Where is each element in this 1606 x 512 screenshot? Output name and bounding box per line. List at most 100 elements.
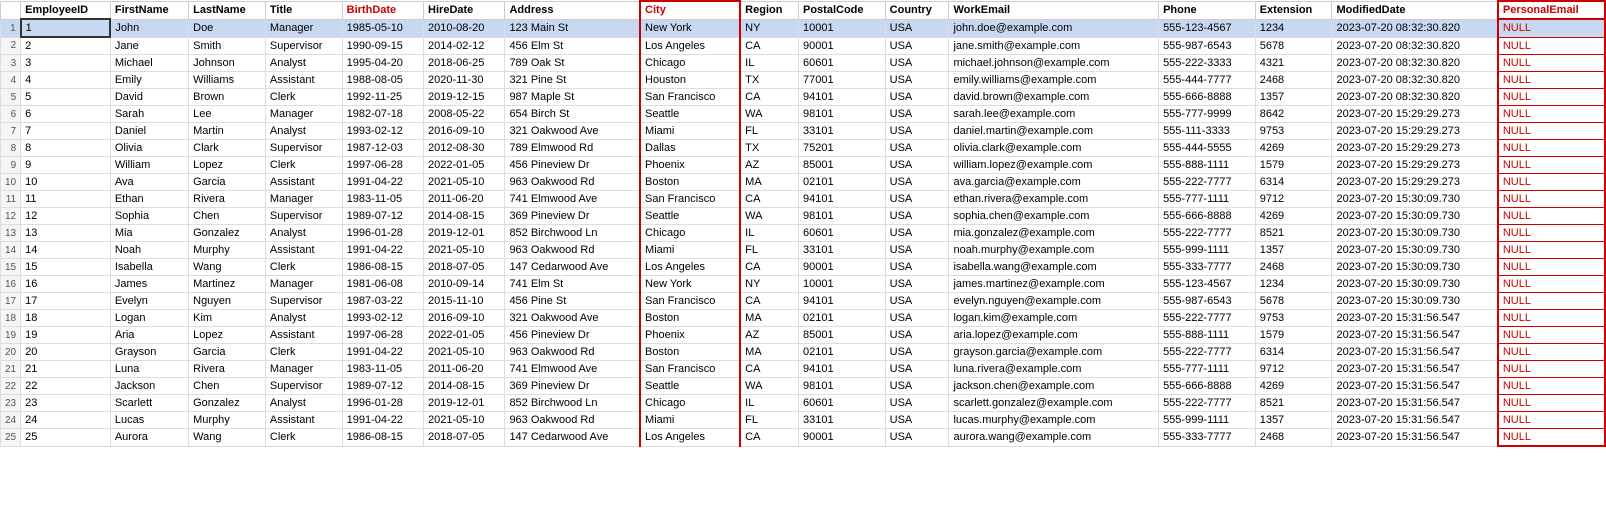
cell-employeeid: 6 bbox=[21, 106, 111, 123]
col-header-city[interactable]: City bbox=[640, 1, 740, 19]
cell-title: Supervisor bbox=[265, 378, 342, 395]
table-row[interactable]: 2525AuroraWangClerk1986-08-152018-07-051… bbox=[1, 429, 1606, 447]
cell-firstname: Jackson bbox=[110, 378, 188, 395]
cell-region: WA bbox=[740, 106, 798, 123]
cell-birthdate: 1995-04-20 bbox=[342, 55, 423, 72]
col-header-title[interactable]: Title bbox=[265, 1, 342, 19]
table-row[interactable]: 1919AriaLopezAssistant1997-06-282022-01-… bbox=[1, 327, 1606, 344]
table-row[interactable]: 2424LucasMurphyAssistant1991-04-222021-0… bbox=[1, 412, 1606, 429]
cell-country: USA bbox=[885, 89, 949, 106]
table-row[interactable]: 1313MiaGonzalezAnalyst1996-01-282019-12-… bbox=[1, 225, 1606, 242]
table-row[interactable]: 22JaneSmithSupervisor1990-09-152014-02-1… bbox=[1, 37, 1606, 55]
col-header-hiredate[interactable]: HireDate bbox=[424, 1, 505, 19]
cell-modifieddate: 2023-07-20 15:31:56.547 bbox=[1332, 361, 1498, 378]
cell-phone: 555-333-7777 bbox=[1159, 259, 1256, 276]
row-number: 11 bbox=[1, 191, 21, 208]
cell-title: Analyst bbox=[265, 395, 342, 412]
cell-firstname: Lucas bbox=[110, 412, 188, 429]
cell-modifieddate: 2023-07-20 15:30:09.730 bbox=[1332, 208, 1498, 225]
cell-address: 456 Pineview Dr bbox=[505, 327, 640, 344]
data-table-container[interactable]: EmployeeID FirstName LastName Title Birt… bbox=[0, 0, 1606, 447]
cell-phone: 555-666-8888 bbox=[1159, 208, 1256, 225]
cell-country: USA bbox=[885, 174, 949, 191]
table-row[interactable]: 1212SophiaChenSupervisor1989-07-122014-0… bbox=[1, 208, 1606, 225]
cell-personalemail: NULL bbox=[1498, 412, 1605, 429]
cell-address: 456 Elm St bbox=[505, 37, 640, 55]
table-row[interactable]: 77DanielMartinAnalyst1993-02-122016-09-1… bbox=[1, 123, 1606, 140]
row-number: 18 bbox=[1, 310, 21, 327]
cell-modifieddate: 2023-07-20 15:30:09.730 bbox=[1332, 276, 1498, 293]
table-row[interactable]: 88OliviaClarkSupervisor1987-12-032012-08… bbox=[1, 140, 1606, 157]
cell-workemail: william.lopez@example.com bbox=[949, 157, 1159, 174]
table-row[interactable]: 2020GraysonGarciaClerk1991-04-222021-05-… bbox=[1, 344, 1606, 361]
cell-region: CA bbox=[740, 361, 798, 378]
cell-hiredate: 2019-12-01 bbox=[424, 395, 505, 412]
cell-postalcode: 33101 bbox=[798, 412, 885, 429]
table-row[interactable]: 1818LoganKimAnalyst1993-02-122016-09-103… bbox=[1, 310, 1606, 327]
cell-employeeid: 11 bbox=[21, 191, 111, 208]
cell-city: Boston bbox=[640, 344, 740, 361]
col-header-modifieddate[interactable]: ModifiedDate bbox=[1332, 1, 1498, 19]
col-header-employeeid[interactable]: EmployeeID bbox=[21, 1, 111, 19]
cell-hiredate: 2018-06-25 bbox=[424, 55, 505, 72]
table-row[interactable]: 33MichaelJohnsonAnalyst1995-04-202018-06… bbox=[1, 55, 1606, 72]
cell-country: USA bbox=[885, 429, 949, 447]
cell-city: San Francisco bbox=[640, 89, 740, 106]
col-header-extension[interactable]: Extension bbox=[1255, 1, 1332, 19]
col-header-address[interactable]: Address bbox=[505, 1, 640, 19]
table-row[interactable]: 2323ScarlettGonzalezAnalyst1996-01-28201… bbox=[1, 395, 1606, 412]
col-header-lastname[interactable]: LastName bbox=[189, 1, 266, 19]
cell-firstname: John bbox=[110, 19, 188, 37]
cell-birthdate: 1981-06-08 bbox=[342, 276, 423, 293]
col-header-personalemail[interactable]: PersonalEmail bbox=[1498, 1, 1605, 19]
table-row[interactable]: 2121LunaRiveraManager1983-11-052011-06-2… bbox=[1, 361, 1606, 378]
table-row[interactable]: 1111EthanRiveraManager1983-11-052011-06-… bbox=[1, 191, 1606, 208]
table-row[interactable]: 55DavidBrownClerk1992-11-252019-12-15987… bbox=[1, 89, 1606, 106]
col-header-birthdate[interactable]: BirthDate bbox=[342, 1, 423, 19]
col-header-country[interactable]: Country bbox=[885, 1, 949, 19]
table-row[interactable]: 1515IsabellaWangClerk1986-08-152018-07-0… bbox=[1, 259, 1606, 276]
cell-city: Miami bbox=[640, 123, 740, 140]
cell-postalcode: 02101 bbox=[798, 174, 885, 191]
row-number: 4 bbox=[1, 72, 21, 89]
col-header-workemail[interactable]: WorkEmail bbox=[949, 1, 1159, 19]
cell-personalemail: NULL bbox=[1498, 361, 1605, 378]
cell-modifieddate: 2023-07-20 15:29:29.273 bbox=[1332, 106, 1498, 123]
table-row[interactable]: 1414NoahMurphyAssistant1991-04-222021-05… bbox=[1, 242, 1606, 259]
col-header-postalcode[interactable]: PostalCode bbox=[798, 1, 885, 19]
cell-phone: 555-222-7777 bbox=[1159, 395, 1256, 412]
cell-lastname: Murphy bbox=[189, 412, 266, 429]
cell-employeeid: 12 bbox=[21, 208, 111, 225]
table-row[interactable]: 2222JacksonChenSupervisor1989-07-122014-… bbox=[1, 378, 1606, 395]
table-row[interactable]: 1717EvelynNguyenSupervisor1987-03-222015… bbox=[1, 293, 1606, 310]
table-row[interactable]: 1010AvaGarciaAssistant1991-04-222021-05-… bbox=[1, 174, 1606, 191]
cell-title: Clerk bbox=[265, 89, 342, 106]
cell-modifieddate: 2023-07-20 08:32:30.820 bbox=[1332, 89, 1498, 106]
cell-birthdate: 1993-02-12 bbox=[342, 123, 423, 140]
cell-region: IL bbox=[740, 395, 798, 412]
col-header-phone[interactable]: Phone bbox=[1159, 1, 1256, 19]
table-row[interactable]: 11JohnDoeManager1985-05-102010-08-20123 … bbox=[1, 19, 1606, 37]
col-header-firstname[interactable]: FirstName bbox=[110, 1, 188, 19]
cell-region: CA bbox=[740, 293, 798, 310]
table-row[interactable]: 66SarahLeeManager1982-07-182008-05-22654… bbox=[1, 106, 1606, 123]
cell-phone: 555-444-5555 bbox=[1159, 140, 1256, 157]
cell-city: San Francisco bbox=[640, 361, 740, 378]
cell-country: USA bbox=[885, 106, 949, 123]
table-row[interactable]: 1616JamesMartinezManager1981-06-082010-0… bbox=[1, 276, 1606, 293]
table-row[interactable]: 44EmilyWilliamsAssistant1988-08-052020-1… bbox=[1, 72, 1606, 89]
cell-address: 369 Pineview Dr bbox=[505, 208, 640, 225]
cell-phone: 555-333-7777 bbox=[1159, 429, 1256, 447]
cell-country: USA bbox=[885, 310, 949, 327]
cell-city: Los Angeles bbox=[640, 429, 740, 447]
cell-address: 321 Oakwood Ave bbox=[505, 123, 640, 140]
cell-lastname: Gonzalez bbox=[189, 395, 266, 412]
cell-employeeid: 14 bbox=[21, 242, 111, 259]
cell-firstname: Jane bbox=[110, 37, 188, 55]
cell-hiredate: 2010-09-14 bbox=[424, 276, 505, 293]
cell-city: Chicago bbox=[640, 225, 740, 242]
cell-postalcode: 60601 bbox=[798, 395, 885, 412]
table-row[interactable]: 99WilliamLopezClerk1997-06-282022-01-054… bbox=[1, 157, 1606, 174]
cell-birthdate: 1985-05-10 bbox=[342, 19, 423, 37]
col-header-region[interactable]: Region bbox=[740, 1, 798, 19]
